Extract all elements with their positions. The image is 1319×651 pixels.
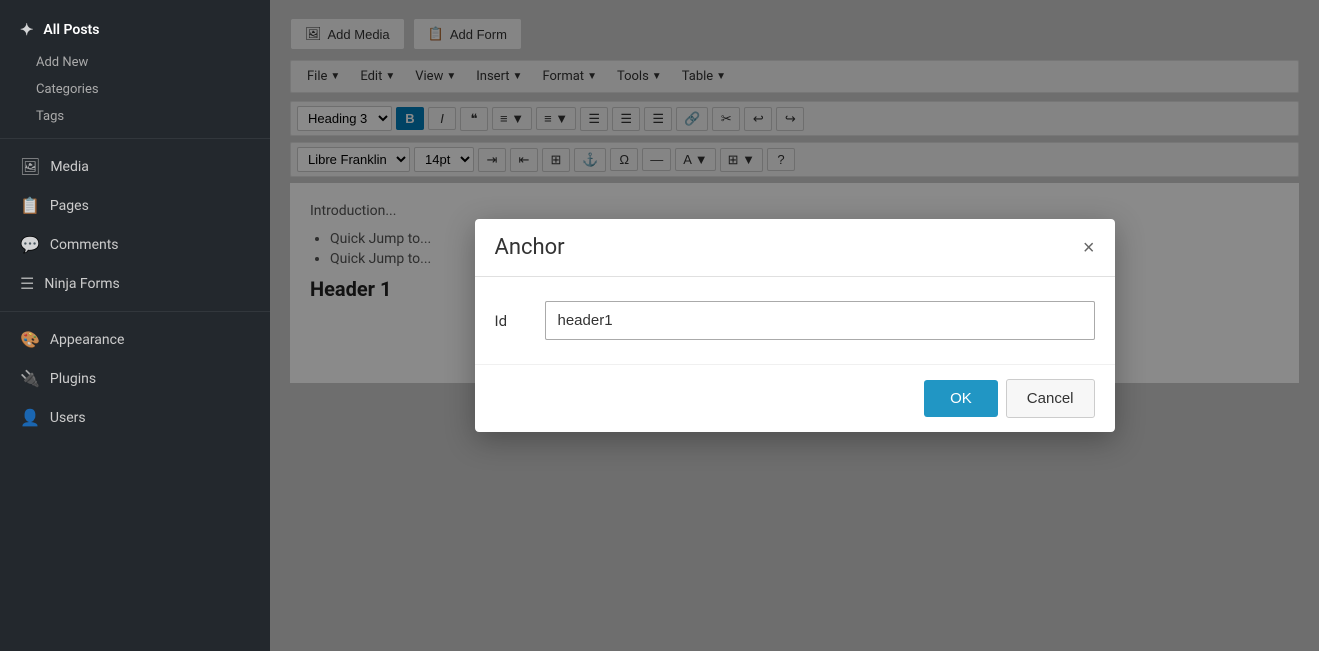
modal-title: Anchor	[495, 235, 565, 260]
sidebar-item-categories[interactable]: Categories	[0, 76, 270, 103]
sidebar-item-all-posts[interactable]: ✦ All Posts	[0, 10, 270, 49]
sidebar-item-ninja-forms[interactable]: ☰ Ninja Forms	[0, 264, 270, 303]
ok-button[interactable]: OK	[924, 380, 998, 417]
modal-body: Id	[475, 277, 1115, 364]
sidebar-item-pages[interactable]: 📋 Pages	[0, 186, 270, 225]
appearance-icon: 🎨	[20, 330, 40, 349]
sidebar-item-tags[interactable]: Tags	[0, 103, 270, 130]
sidebar-item-media[interactable]: 🖼 Media	[0, 147, 270, 186]
modal-close-button[interactable]: ×	[1083, 238, 1095, 258]
main-content: 🖼 Add Media 📋 Add Form File ▼ Edit ▼ Vie…	[270, 0, 1319, 651]
comments-icon: 💬	[20, 235, 40, 254]
ninja-forms-icon: ☰	[20, 274, 34, 293]
id-label: Id	[495, 312, 525, 330]
sidebar-item-appearance[interactable]: 🎨 Appearance	[0, 320, 270, 359]
modal-overlay: Anchor × Id OK Cancel	[270, 0, 1319, 651]
sidebar-divider-2	[0, 311, 270, 312]
sidebar-item-add-new[interactable]: Add New	[0, 49, 270, 76]
media-icon: 🖼	[20, 157, 40, 176]
sidebar-item-comments[interactable]: 💬 Comments	[0, 225, 270, 264]
users-icon: 👤	[20, 408, 40, 427]
pages-icon: 📋	[20, 196, 40, 215]
cancel-button[interactable]: Cancel	[1006, 379, 1095, 418]
plugins-icon: 🔌	[20, 369, 40, 388]
anchor-modal: Anchor × Id OK Cancel	[475, 219, 1115, 432]
anchor-id-input[interactable]	[545, 301, 1095, 340]
sidebar: ✦ All Posts Add New Categories Tags 🖼 Me…	[0, 0, 270, 651]
sidebar-item-users[interactable]: 👤 Users	[0, 398, 270, 437]
sidebar-divider	[0, 138, 270, 139]
modal-header: Anchor ×	[475, 219, 1115, 277]
posts-icon: ✦	[20, 20, 33, 39]
modal-footer: OK Cancel	[475, 364, 1115, 432]
sidebar-item-plugins[interactable]: 🔌 Plugins	[0, 359, 270, 398]
